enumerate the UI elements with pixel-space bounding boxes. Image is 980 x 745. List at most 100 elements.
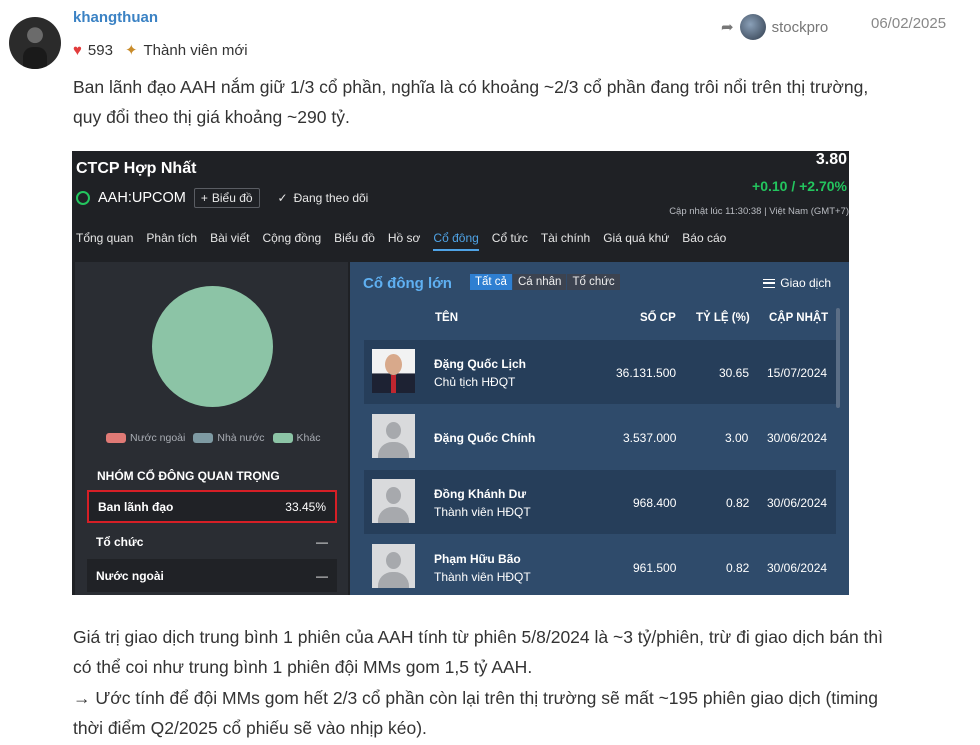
heart-icon: ♥ <box>73 41 82 59</box>
post-date: 06/02/2025 <box>871 15 947 32</box>
legend-item: Nước ngoài <box>106 432 185 444</box>
legend-item: Khác <box>272 432 321 444</box>
follow-label: Đang theo dõi <box>293 191 369 205</box>
tab-analysis[interactable]: Phân tích <box>146 231 197 251</box>
column-header-name[interactable]: TÊN <box>435 312 458 324</box>
shared-from[interactable]: ➦ stockpro <box>721 14 828 40</box>
post-paragraph-1-line-1: Ban lãnh đạo AAH nắm giữ 1/3 cổ phần, ng… <box>73 77 869 97</box>
shareholder-shares: 961.500 <box>633 561 677 575</box>
filter-all[interactable]: Tất cả <box>470 274 513 290</box>
post-paragraph-2-line-2: có thể coi như trung bình 1 phiên đội MM… <box>73 657 533 677</box>
ownership-panel: Nước ngoài Nhà nước Khác NHÓM CỔ ĐÔNG QU… <box>75 262 348 595</box>
stock-price: 3.80 <box>815 151 847 168</box>
shareholder-name: Phạm Hữu Bão <box>434 552 521 566</box>
price-change: +0.10 / +2.70% <box>752 178 847 194</box>
group-row-management: Ban lãnh đạo 33.45% <box>87 490 337 523</box>
chart-button[interactable]: + Biểu đồ <box>193 188 260 208</box>
chart-button-label: Biểu đồ <box>211 191 253 205</box>
shareholder-screenshot: CTCP Hợp Nhất 3.80 +0.10 / +2.70% Cập nh… <box>72 151 849 595</box>
ownership-pie-chart <box>152 286 273 407</box>
shareholder-filters: Tất cả Cá nhân Tổ chức <box>470 274 621 290</box>
shareholder-photo-placeholder <box>372 544 415 588</box>
tab-financials[interactable]: Tài chính <box>541 231 590 251</box>
shareholder-shares: 968.400 <box>633 496 677 510</box>
shareholder-updated: 15/07/2024 <box>767 366 828 380</box>
legend-label: Nước ngoài <box>130 432 186 444</box>
menu-icon <box>763 278 776 288</box>
shared-user-name[interactable]: stockpro <box>772 19 829 36</box>
tab-community[interactable]: Cộng đồng <box>262 231 321 251</box>
tab-shareholders[interactable]: Cổ đông <box>433 231 479 251</box>
tab-dividends[interactable]: Cổ tức <box>492 231 528 251</box>
legend-label: Khác <box>296 432 321 444</box>
shareholder-ratio: 3.00 <box>725 431 749 445</box>
tab-chart[interactable]: Biểu đồ <box>334 231 375 251</box>
like-count: 593 <box>87 41 113 59</box>
stock-tabs: Tổng quan Phân tích Bài viết Cộng đồng B… <box>76 231 739 251</box>
group-value: — <box>316 534 328 549</box>
legend-swatch <box>106 433 126 443</box>
shareholder-updated: 30/06/2024 <box>767 496 828 510</box>
table-row[interactable]: Đồng Khánh Dư Thành viên HĐQT 968.400 0.… <box>364 470 836 534</box>
shareholder-name: Đồng Khánh Dư <box>434 487 527 501</box>
shareholder-ratio: 0.82 <box>726 496 750 510</box>
shareholder-photo-placeholder <box>372 414 415 458</box>
shareholder-ratio: 30.65 <box>719 366 750 380</box>
group-value: 33.45% <box>285 499 326 514</box>
company-name: CTCP Hợp Nhất <box>76 160 197 177</box>
ticker-label: AAH:UPCOM <box>98 190 186 206</box>
group-label: Tổ chức <box>96 534 144 549</box>
shareholder-updated: 30/06/2024 <box>767 561 828 575</box>
major-shareholders-title: Cổ đông lớn <box>363 275 452 292</box>
post-paragraph-2-line-4: thời điểm Q2/2025 cổ phiếu sẽ vào nhịp k… <box>73 718 427 738</box>
shareholder-photo-placeholder <box>372 479 415 523</box>
shareholder-shares: 3.537.000 <box>623 431 677 445</box>
filter-individual[interactable]: Cá nhân <box>512 274 568 290</box>
tab-price-history[interactable]: Giá quá khứ <box>603 231 669 251</box>
legend-swatch <box>193 433 214 443</box>
group-row-foreign: Nước ngoài — <box>87 559 337 592</box>
shareholder-role: Chủ tịch HĐQT <box>434 375 516 389</box>
group-label: Nước ngoài <box>96 568 164 583</box>
group-value: — <box>316 568 328 583</box>
shareholder-ratio: 0.82 <box>726 561 750 575</box>
shared-user-avatar <box>739 14 766 40</box>
shareholder-role: Thành viên HĐQT <box>434 505 531 519</box>
trade-button[interactable]: Giao dịch <box>763 276 831 290</box>
column-header-shares[interactable]: SỐ CP <box>640 312 676 324</box>
legend-swatch <box>272 433 293 443</box>
rank-label: Thành viên mới <box>143 41 248 59</box>
tab-overview[interactable]: Tổng quan <box>76 231 133 251</box>
tab-profile[interactable]: Hồ sơ <box>388 231 421 251</box>
table-row[interactable]: Phạm Hữu Bão Thành viên HĐQT 961.500 0.8… <box>364 535 836 595</box>
table-scrollbar[interactable] <box>836 308 840 408</box>
post-paragraph-2-line-1: Giá trị giao dịch trung bình 1 phiên của… <box>73 627 883 647</box>
filter-organization[interactable]: Tổ chức <box>567 274 621 290</box>
ticker-row: AAH:UPCOM + Biểu đồ ✓ Đang theo dõi <box>76 188 368 208</box>
pie-legend: Nước ngoài Nhà nước Khác <box>106 432 320 444</box>
group-label: Ban lãnh đạo <box>98 499 174 514</box>
share-icon: ➦ <box>721 19 734 36</box>
shareholder-role: Thành viên HĐQT <box>434 570 531 584</box>
shareholder-name: Đặng Quốc Chính <box>434 431 536 445</box>
table-row[interactable]: Đặng Quốc Chính 3.537.000 3.00 30/06/202… <box>364 405 836 469</box>
user-meta: ♥ 593 ✦ Thành viên mới <box>73 41 248 60</box>
shareholder-name: Đặng Quốc Lịch <box>434 357 527 371</box>
column-header-ratio[interactable]: TỶ LỆ (%) <box>696 312 750 324</box>
rank-icon: ✦ <box>124 42 138 59</box>
column-header-updated[interactable]: CẬP NHẬT <box>769 312 828 324</box>
group-title: NHÓM CỔ ĐÔNG QUAN TRỌNG <box>97 469 280 483</box>
tab-reports[interactable]: Báo cáo <box>682 231 726 251</box>
tab-posts[interactable]: Bài viết <box>210 231 249 251</box>
major-shareholders-panel: Cổ đông lớn Tất cả Cá nhân Tổ chức Giao … <box>350 262 849 595</box>
refresh-icon <box>76 191 90 205</box>
shareholder-photo <box>372 349 415 393</box>
user-avatar[interactable] <box>9 17 61 69</box>
follow-toggle[interactable]: ✓ Đang theo dõi <box>278 191 369 205</box>
shareholder-shares: 36.131.500 <box>616 366 677 380</box>
legend-item: Nhà nước <box>193 432 265 444</box>
username-link[interactable]: khangthuan <box>73 9 158 26</box>
legend-label: Nhà nước <box>217 432 265 444</box>
plus-icon: + <box>200 191 208 205</box>
table-row[interactable]: Đặng Quốc Lịch Chủ tịch HĐQT 36.131.500 … <box>364 340 836 404</box>
